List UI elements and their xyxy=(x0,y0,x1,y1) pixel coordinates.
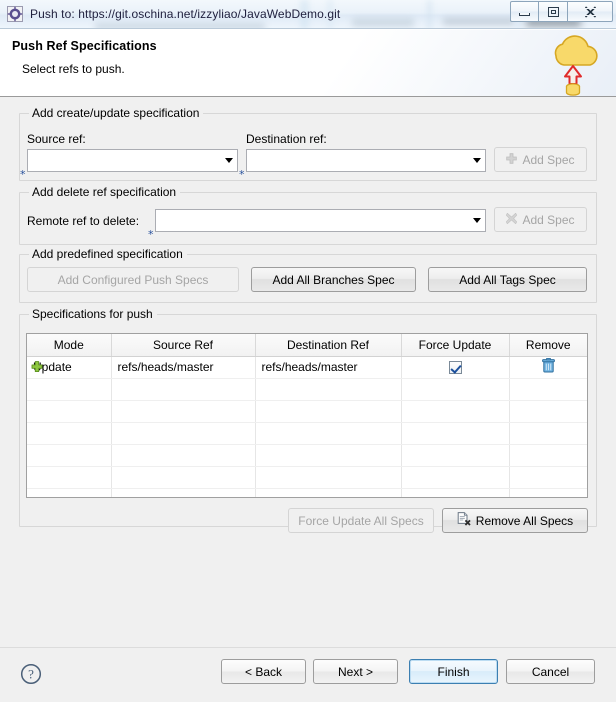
trash-icon[interactable] xyxy=(541,358,555,376)
table-row[interactable]: Update refs/heads/master refs/heads/mast… xyxy=(27,356,587,379)
window-title: Push to: https://git.oschina.net/izzylia… xyxy=(30,7,341,21)
source-ref-required-marker: * xyxy=(20,168,26,181)
wizard-header: Push Ref Specifications Select refs to p… xyxy=(0,29,616,97)
remote-ref-to-delete-combo[interactable] xyxy=(155,209,486,232)
table-row-empty xyxy=(27,488,587,497)
table-header-row: Mode Source Ref Destination Ref Force Up… xyxy=(27,334,587,357)
predefined-group-title: Add predefined specification xyxy=(29,247,187,261)
chevron-down-icon[interactable] xyxy=(220,150,237,171)
cancel-button[interactable]: Cancel xyxy=(506,659,595,684)
add-configured-push-specs-label: Add Configured Push Specs xyxy=(57,272,209,287)
wizard-content: Add create/update specification Source r… xyxy=(0,97,616,647)
specs-group-title: Specifications for push xyxy=(29,307,157,321)
add-all-branches-spec-label: Add All Branches Spec xyxy=(272,272,395,287)
restore-button[interactable] xyxy=(539,1,568,22)
add-delete-spec-button[interactable]: Add Spec xyxy=(494,207,587,232)
dialog-footer: ? < Back Next > Finish Cancel xyxy=(0,647,616,702)
push-dialog-window: Push to: https://git.oschina.net/izzylia… xyxy=(0,0,616,702)
page-subtitle: Select refs to push. xyxy=(22,62,125,76)
svg-text:?: ? xyxy=(28,667,34,682)
add-all-tags-spec-button[interactable]: Add All Tags Spec xyxy=(428,267,587,292)
add-create-update-spec-label: Add Spec xyxy=(522,152,575,167)
table-row-empty xyxy=(27,378,587,401)
finish-button[interactable]: Finish xyxy=(409,659,498,684)
column-header-mode[interactable]: Mode xyxy=(27,334,112,357)
delete-group-title: Add delete ref specification xyxy=(29,185,181,199)
table-row-empty xyxy=(27,444,587,467)
cell-source-ref: refs/heads/master xyxy=(111,356,256,379)
force-update-checkbox[interactable] xyxy=(448,361,462,375)
cloud-upload-icon xyxy=(542,30,604,96)
table-row-empty xyxy=(27,422,587,445)
cell-force-update[interactable] xyxy=(401,356,510,379)
page-title: Push Ref Specifications xyxy=(12,39,157,53)
add-configured-push-specs-button[interactable]: Add Configured Push Specs xyxy=(27,267,239,292)
source-ref-combo[interactable] xyxy=(27,149,238,172)
minimize-button[interactable] xyxy=(510,1,539,22)
plus-icon xyxy=(506,152,518,167)
source-ref-label: Source ref: xyxy=(27,132,86,146)
column-header-destination-ref[interactable]: Destination Ref xyxy=(255,334,402,357)
table-row-empty xyxy=(27,466,587,489)
cell-remove[interactable] xyxy=(509,356,587,379)
back-button[interactable]: < Back xyxy=(221,659,306,684)
chevron-down-icon[interactable] xyxy=(468,150,485,171)
window-controls xyxy=(510,1,613,22)
add-all-tags-spec-label: Add All Tags Spec xyxy=(459,272,556,287)
next-button-label: Next > xyxy=(337,664,373,679)
title-bar: Push to: https://git.oschina.net/izzylia… xyxy=(0,0,616,29)
destination-ref-label: Destination ref: xyxy=(246,132,327,146)
push-wizard-icon xyxy=(7,6,23,22)
remove-all-icon xyxy=(457,512,471,529)
cancel-button-label: Cancel xyxy=(531,664,570,679)
create-update-group-title: Add create/update specification xyxy=(29,106,204,120)
green-plus-icon xyxy=(31,361,43,373)
add-delete-spec-label: Add Spec xyxy=(522,212,575,227)
specifications-table[interactable]: Mode Source Ref Destination Ref Force Up… xyxy=(26,333,588,498)
column-header-remove[interactable]: Remove xyxy=(509,334,587,357)
next-button[interactable]: Next > xyxy=(313,659,398,684)
cell-destination-ref: refs/heads/master xyxy=(255,356,402,379)
force-update-all-specs-label: Force Update All Specs xyxy=(298,513,424,528)
table-row-empty xyxy=(27,400,587,423)
remote-ref-required-marker: * xyxy=(148,228,154,241)
add-all-branches-spec-button[interactable]: Add All Branches Spec xyxy=(251,267,416,292)
close-button[interactable] xyxy=(568,1,613,22)
cross-icon xyxy=(506,212,518,227)
destination-ref-combo[interactable] xyxy=(246,149,486,172)
back-button-label: < Back xyxy=(244,664,283,679)
force-update-all-specs-button[interactable]: Force Update All Specs xyxy=(288,508,434,533)
add-create-update-spec-button[interactable]: Add Spec xyxy=(494,147,587,172)
cell-mode: Update xyxy=(27,356,112,379)
finish-button-label: Finish xyxy=(437,664,470,679)
remove-all-specs-button[interactable]: Remove All Specs xyxy=(442,508,588,533)
destination-ref-required-marker: * xyxy=(239,168,245,181)
help-icon[interactable]: ? xyxy=(20,663,42,685)
column-header-source-ref[interactable]: Source Ref xyxy=(111,334,256,357)
chevron-down-icon[interactable] xyxy=(468,210,485,231)
remote-ref-to-delete-label: Remote ref to delete: xyxy=(27,214,140,228)
remove-all-specs-label: Remove All Specs xyxy=(475,513,574,528)
column-header-force-update[interactable]: Force Update xyxy=(401,334,510,357)
